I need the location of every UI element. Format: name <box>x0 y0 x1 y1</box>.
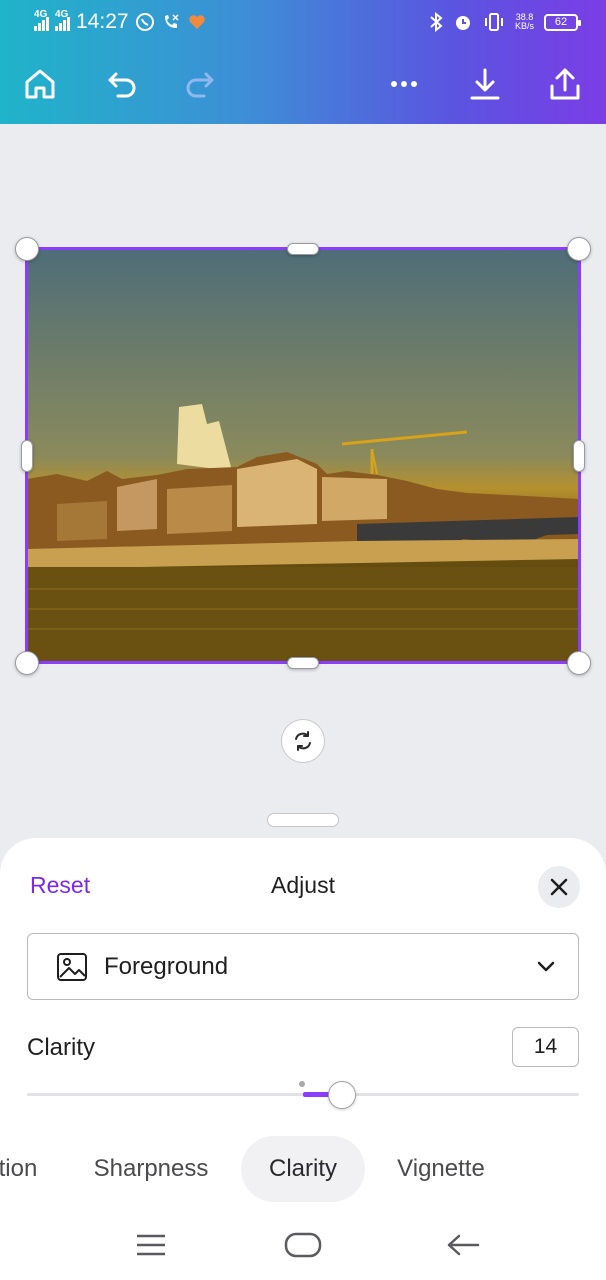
undo-button[interactable] <box>100 62 144 106</box>
slider-value-input[interactable]: 14 <box>512 1027 579 1067</box>
missed-call-icon <box>164 14 179 28</box>
rotate-icon <box>295 731 311 751</box>
resize-handle-left[interactable] <box>21 440 33 472</box>
dropdown-value: Foreground <box>104 953 229 980</box>
download-button[interactable] <box>463 62 507 106</box>
tab-saturation[interactable]: tion <box>0 1136 48 1202</box>
whatsapp-icon <box>135 13 154 31</box>
resize-handle-bottom-right[interactable] <box>567 651 591 675</box>
share-button[interactable] <box>543 62 587 106</box>
layer-dropdown[interactable]: Foreground <box>27 933 579 1000</box>
alarm-icon <box>455 16 470 30</box>
signal-icon: 4G <box>55 9 70 31</box>
tab-sharpness[interactable]: Sharpness <box>78 1136 224 1202</box>
battery-icon: 62 <box>544 13 581 31</box>
slider-center-marker <box>299 1081 305 1087</box>
back-nav-button[interactable] <box>441 1228 485 1262</box>
redo-icon <box>186 72 214 98</box>
resize-handle-bottom[interactable] <box>287 657 319 669</box>
panel-drag-handle[interactable] <box>267 813 339 827</box>
home-nav-button[interactable] <box>281 1228 325 1262</box>
clock: 14:27 <box>76 10 129 33</box>
image-icon <box>57 953 87 981</box>
vibrate-icon <box>484 13 503 31</box>
status-bar: 4G 4G 14:27 38.8 KB/s 62 <box>0 0 606 48</box>
home-pill-icon <box>284 1232 322 1258</box>
recent-apps-button[interactable] <box>129 1228 173 1262</box>
resize-handle-top[interactable] <box>287 243 319 255</box>
network-speed: 38.8 KB/s <box>514 12 534 31</box>
heart-icon <box>188 15 205 29</box>
menu-icon <box>137 1234 165 1256</box>
home-button[interactable] <box>18 62 62 106</box>
system-nav-bar <box>0 1210 606 1280</box>
download-icon <box>470 68 500 100</box>
resize-handle-right[interactable] <box>573 440 585 472</box>
adjust-tabs: tion Sharpness Clarity Vignette <box>0 1136 606 1202</box>
back-arrow-icon <box>447 1234 480 1256</box>
slider-label: Clarity <box>27 1034 96 1061</box>
top-toolbar: 4G 4G 14:27 38.8 KB/s 62 <box>0 0 606 124</box>
tab-clarity[interactable]: Clarity <box>241 1136 365 1202</box>
signal-icon: 4G <box>34 9 49 31</box>
tab-vignette[interactable]: Vignette <box>380 1136 502 1202</box>
panel-title: Adjust <box>271 872 335 898</box>
chevron-down-icon <box>537 961 555 972</box>
resize-handle-top-left[interactable] <box>15 237 39 261</box>
more-button[interactable] <box>382 62 426 106</box>
resize-handle-top-right[interactable] <box>567 237 591 261</box>
close-button[interactable] <box>538 866 580 908</box>
clarity-slider-thumb[interactable] <box>327 1081 356 1109</box>
close-icon <box>550 878 568 896</box>
home-icon <box>25 69 55 99</box>
undo-icon <box>108 72 136 98</box>
bluetooth-icon <box>430 12 443 32</box>
share-icon <box>550 68 580 100</box>
resize-handle-bottom-left[interactable] <box>15 651 39 675</box>
photo-image[interactable] <box>27 249 579 662</box>
rotate-button[interactable] <box>281 719 325 763</box>
more-icon <box>391 81 417 87</box>
redo-button[interactable] <box>178 62 222 106</box>
